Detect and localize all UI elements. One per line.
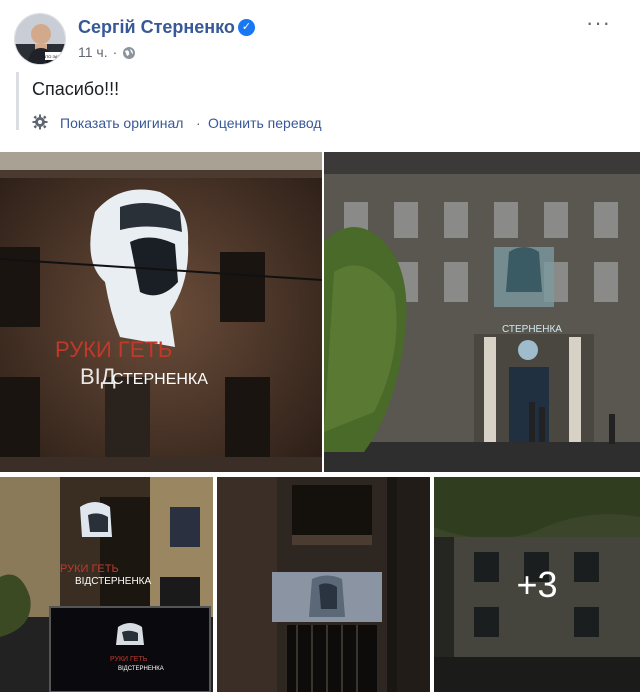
svg-text:ТО ПАЦЕ: ТО ПАЦЕ xyxy=(46,59,64,64)
post-timestamp[interactable]: 11 ч. xyxy=(78,44,108,60)
rate-translation-link[interactable]: Оценить перевод xyxy=(208,114,322,132)
photo-2[interactable]: СТЕРНЕНКА xyxy=(324,152,640,472)
photo-1-text-white-2: СТЕРНЕНКА xyxy=(112,371,208,388)
more-options-icon[interactable]: ··· xyxy=(586,12,611,34)
photo-3[interactable]: РУКИ ГЕТЬ ВІДСТЕРНЕНКА РУКИ ГЕТЬ ВІДСТЕР… xyxy=(0,477,213,692)
photo-3-text-white: ВІДСТЕРНЕНКА xyxy=(75,576,151,587)
more-photos-overlay[interactable]: +3 xyxy=(434,477,640,692)
photo-3-image: РУКИ ГЕТЬ ВІДСТЕРНЕНКА РУКИ ГЕТЬ ВІДСТЕР… xyxy=(0,477,213,692)
photo-1[interactable]: РУКИ ГЕТЬ ВІД СТЕРНЕНКА xyxy=(0,152,322,472)
verified-badge-icon: ✓ xyxy=(238,19,255,36)
post-header: ЧТО ЗАМОВ ТО ПАЦЕ Сергій Стерненко ✓ 11 … xyxy=(0,0,640,70)
globe-icon[interactable] xyxy=(122,46,136,64)
photo-1-text-red: РУКИ ГЕТЬ xyxy=(55,337,172,362)
author-avatar[interactable]: ЧТО ЗАМОВ ТО ПАЦЕ xyxy=(14,13,66,65)
author-name[interactable]: Сергій Стерненко xyxy=(78,16,235,38)
photo-3-text-red: РУКИ ГЕТЬ xyxy=(60,563,119,575)
show-original-link[interactable]: Показать оригинал xyxy=(60,114,183,132)
gear-icon[interactable] xyxy=(32,114,48,130)
photo-1-text-white-1: ВІД xyxy=(80,364,116,389)
photo-5[interactable]: +3 xyxy=(434,477,640,692)
translation-quote-bar xyxy=(16,72,19,130)
photo-3-text-red-2: РУКИ ГЕТЬ xyxy=(110,656,148,663)
photo-4[interactable] xyxy=(217,477,430,692)
post-text: Спасибо!!! xyxy=(32,79,120,99)
avatar-image: ЧТО ЗАМОВ ТО ПАЦЕ xyxy=(15,14,65,64)
photo-3-text-white-2: ВІДСТЕРНЕНКА xyxy=(118,666,164,672)
post-meta: 11 ч. · xyxy=(78,43,136,64)
photo-2-text: СТЕРНЕНКА xyxy=(502,324,562,335)
meta-separator: · xyxy=(112,44,118,60)
photo-2-image: СТЕРНЕНКА xyxy=(324,152,640,472)
translation-separator: · xyxy=(196,115,201,131)
photo-1-image: РУКИ ГЕТЬ ВІД СТЕРНЕНКА xyxy=(0,152,322,472)
photo-4-image xyxy=(217,477,430,692)
